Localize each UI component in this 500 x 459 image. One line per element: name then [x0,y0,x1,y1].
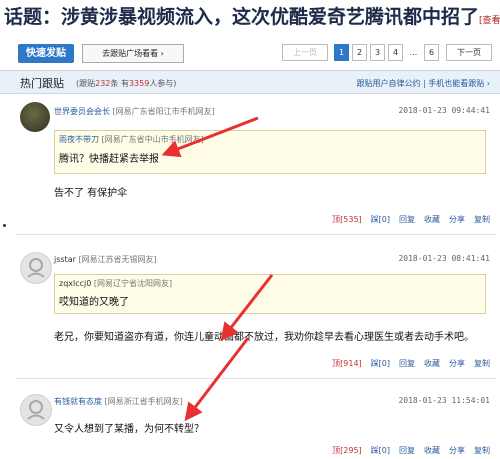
quote-author-location: [网易辽宁省沈阳网友] [93,279,173,288]
convention-link[interactable]: 跟贴用户自律公约 [356,79,420,88]
stats-mid: 条 有 [110,79,129,88]
reply-button[interactable]: 回复 [399,215,415,224]
favorite-button[interactable]: 收藏 [424,215,440,224]
comment-text: 告不了 有保护伞 [54,188,128,199]
downvote-button[interactable]: 踩[0] [371,359,390,368]
page-ellipsis: ... [406,44,421,61]
upvote-button[interactable]: 顶[535] [332,215,362,224]
comment-text: 又令人想到了某播，为何不转型？ [54,424,204,435]
stray-dot [3,224,6,227]
share-button[interactable]: 分享 [449,359,465,368]
hot-header-links: 跟贴用户自律公约 | 手机也能看跟贴 › [356,79,490,88]
topic-headline: 话题：涉黄涉暴视频流入，这次优酷爱奇艺腾讯都中招了[查看原文 [4,2,500,30]
participant-count: 3359 [128,79,150,88]
next-page-button[interactable]: 下一页 [446,44,492,61]
comment-post: jsstar [网易江苏省无锡网友] 2018-01-23 08:41:41 z… [16,246,496,380]
share-button[interactable]: 分享 [449,446,465,455]
downvote-button[interactable]: 踩[0] [371,215,390,224]
avatar[interactable] [20,102,50,132]
stats-suffix: 人参与) [149,79,177,88]
comment-actions: 顶[914] 踩[0] 回复 收藏 分享 复制 [323,358,490,369]
quick-post-button[interactable]: 快速发贴 [18,44,74,63]
stats-prefix: (跟贴 [76,79,96,88]
mobile-link[interactable]: 手机也能看跟贴 › [428,79,490,88]
quote-author: zqxlccj0 [网易辽宁省沈阳网友] [59,278,172,289]
upvote-button[interactable]: 顶[914] [332,359,362,368]
comment-actions: 顶[295] 踩[0] 回复 收藏 分享 复制 [323,445,490,456]
toolbar: 快速发贴 去跟贴广场看看 › 上一页 1 2 3 4 ... 6 下一页 [18,40,492,66]
pagination: 上一页 1 2 3 4 ... 6 下一页 [282,44,492,63]
quoted-comment: zqxlccj0 [网易辽宁省沈阳网友] 哎知道的又晚了 [54,274,486,314]
topic-title-text: 话题：涉黄涉暴视频流入，这次优酷爱奇艺腾讯都中招了 [4,6,480,28]
reply-button[interactable]: 回复 [399,446,415,455]
quote-text: 腾讯？快播赶紧去举报 [59,154,159,165]
avatar[interactable] [20,394,52,426]
comment-text: 老兄，你要知道盗亦有道，你连儿童动画都不放过，我劝你趁早去看心理医生或者去动手术… [54,332,474,343]
quoted-comment: 雨夜不带刀 [网易广东省中山市手机网友] 腾讯？快播赶紧去举报 [54,130,486,174]
quote-author-name[interactable]: zqxlccj0 [59,279,91,288]
divider [16,234,496,235]
page-1-button[interactable]: 1 [334,44,349,61]
comment-author: jsstar [网易江苏省无锡网友] [54,254,157,265]
prev-page-button[interactable]: 上一页 [282,44,328,61]
favorite-button[interactable]: 收藏 [424,446,440,455]
avatar[interactable] [20,252,52,284]
author-location: [网易广东省阳江市手机网友] [112,107,215,116]
comment-author: 有钱就有态度 [网易浙江省手机网友] [54,396,183,407]
page-2-button[interactable]: 2 [352,44,367,61]
upvote-button[interactable]: 顶[295] [332,446,362,455]
hot-comments-header: 热门跟贴 (跟贴232条 有3359人参与) 跟贴用户自律公约 | 手机也能看跟… [0,70,500,94]
quote-author-name[interactable]: 雨夜不带刀 [59,135,99,144]
quote-author: 雨夜不带刀 [网易广东省中山市手机网友] [59,134,204,145]
comment-time: 2018-01-23 08:41:41 [398,254,490,263]
copy-button[interactable]: 复制 [474,446,490,455]
reply-button[interactable]: 回复 [399,359,415,368]
follow-count: 232 [95,79,111,88]
page-6-button[interactable]: 6 [424,44,439,61]
author-name[interactable]: 有钱就有态度 [54,397,102,406]
default-avatar-icon [27,258,45,278]
author-name[interactable]: jsstar [54,255,76,264]
hot-comments-title: 热门跟贴 [20,77,64,90]
quote-author-location: [网易广东省中山市手机网友] [101,135,204,144]
copy-button[interactable]: 复制 [474,215,490,224]
comment-time: 2018-01-23 11:54:01 [398,396,490,405]
divider [16,378,496,379]
comment-post: 有钱就有态度 [网易浙江省手机网友] 2018-01-23 11:54:01 又… [16,388,496,459]
comment-time: 2018-01-23 09:44:41 [398,106,490,115]
author-name[interactable]: 世界委员会会长 [54,107,110,116]
author-location: [网易浙江省手机网友] [104,397,183,406]
view-original-link[interactable]: [查看原文 [479,16,500,26]
author-location: [网易江苏省无锡网友] [78,255,157,264]
copy-button[interactable]: 复制 [474,359,490,368]
downvote-button[interactable]: 踩[0] [371,446,390,455]
page-4-button[interactable]: 4 [388,44,403,61]
quote-text: 哎知道的又晚了 [59,297,129,308]
comment-plaza-button[interactable]: 去跟贴广场看看 › [82,44,184,63]
page-3-button[interactable]: 3 [370,44,385,61]
hot-comments-stats: (跟贴232条 有3359人参与) [76,78,176,89]
comment-post: 世界委员会会长 [网易广东省阳江市手机网友] 2018-01-23 09:44:… [16,96,496,236]
share-button[interactable]: 分享 [449,215,465,224]
default-avatar-icon [27,400,45,420]
comment-author: 世界委员会会长 [网易广东省阳江市手机网友] [54,106,215,117]
favorite-button[interactable]: 收藏 [424,359,440,368]
comment-actions: 顶[535] 踩[0] 回复 收藏 分享 复制 [323,214,490,225]
